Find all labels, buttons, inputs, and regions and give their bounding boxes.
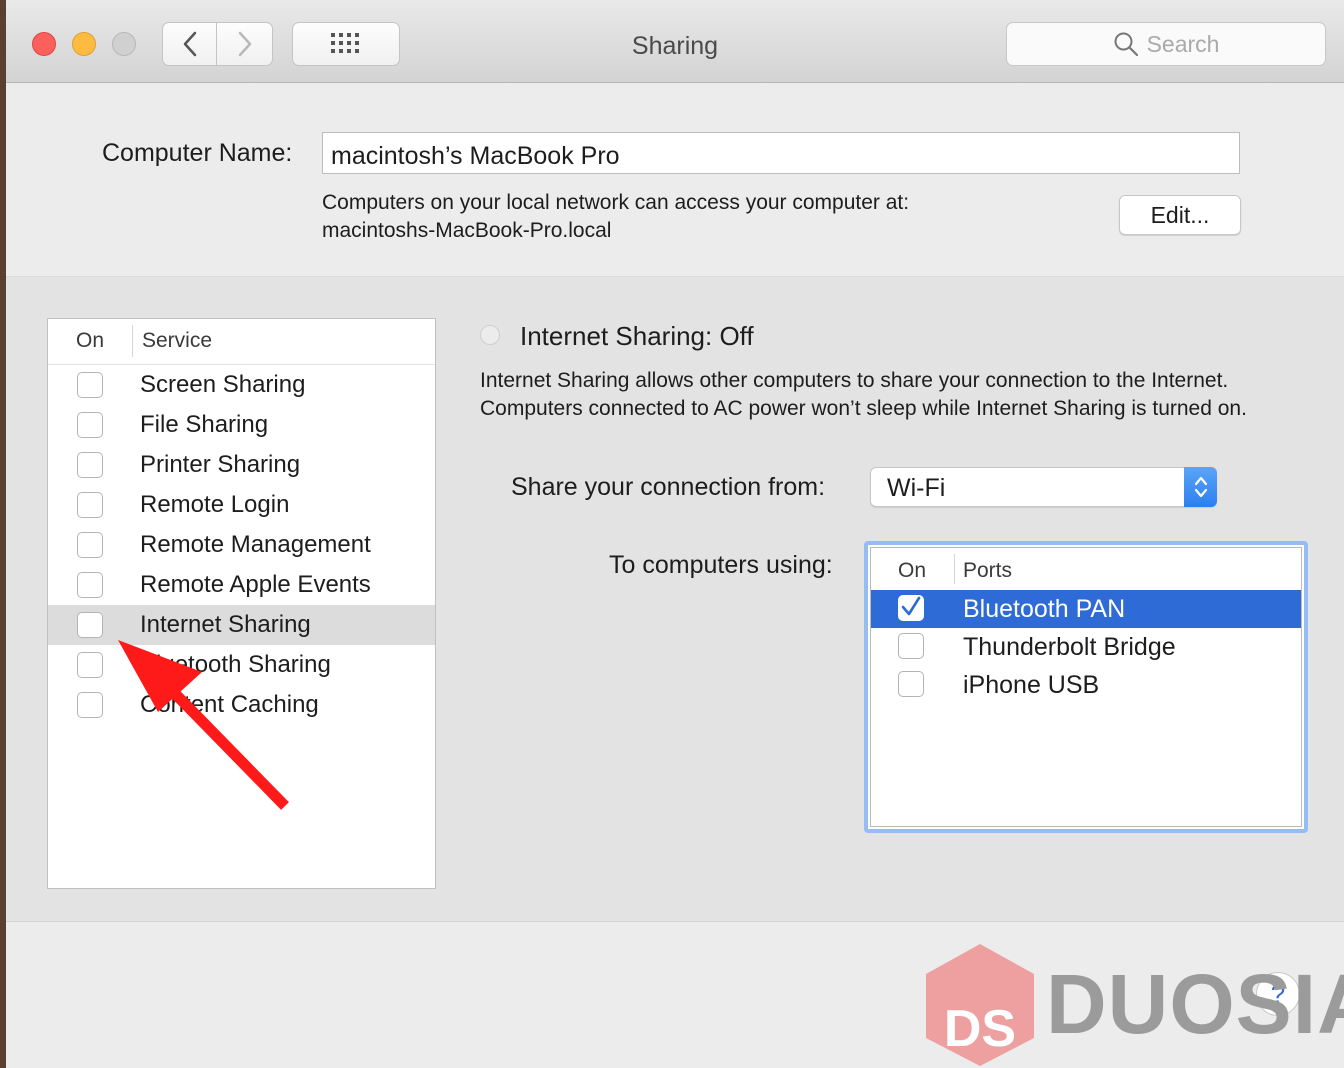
service-row-remote-management[interactable]: Remote Management xyxy=(48,525,435,565)
port-checkbox[interactable] xyxy=(898,595,924,621)
network-address-text: Computers on your local network can acce… xyxy=(322,189,909,245)
service-row-remote-login[interactable]: Remote Login xyxy=(48,485,435,525)
service-checkbox[interactable] xyxy=(77,372,103,398)
service-checkbox[interactable] xyxy=(77,692,103,718)
share-from-popup[interactable]: Wi-Fi xyxy=(870,467,1217,507)
port-label: Bluetooth PAN xyxy=(963,595,1126,623)
service-list[interactable]: On Service Screen Sharing File Sharing P… xyxy=(47,318,436,889)
column-header-on[interactable]: On xyxy=(898,559,926,583)
watermark: DS DUOSIA xyxy=(922,942,1344,1068)
service-row-printer-sharing[interactable]: Printer Sharing xyxy=(48,445,435,485)
edit-button[interactable]: Edit... xyxy=(1119,195,1241,235)
to-computers-label: To computers using: xyxy=(609,551,833,579)
service-label: Remote Apple Events xyxy=(140,571,371,598)
ports-list[interactable]: On Ports Bluetooth PAN Thunderbolt Bridg… xyxy=(864,541,1308,833)
service-checkbox[interactable] xyxy=(77,652,103,678)
search-field[interactable]: Search xyxy=(1006,22,1326,66)
service-checkbox[interactable] xyxy=(77,572,103,598)
service-label: File Sharing xyxy=(140,411,269,438)
service-label: Printer Sharing xyxy=(140,451,301,478)
svg-text:DS: DS xyxy=(944,1000,1016,1058)
service-row-internet-sharing[interactable]: Internet Sharing xyxy=(48,605,435,645)
service-checkbox[interactable] xyxy=(77,612,103,638)
column-header-on[interactable]: On xyxy=(76,329,104,353)
share-from-value: Wi-Fi xyxy=(887,474,946,502)
status-indicator xyxy=(480,325,500,345)
search-placeholder: Search xyxy=(1146,30,1220,57)
computer-name-label: Computer Name: xyxy=(102,139,293,167)
column-header-service[interactable]: Service xyxy=(142,329,212,353)
network-address-line2: macintoshs-MacBook-Pro.local xyxy=(322,219,612,242)
port-checkbox[interactable] xyxy=(898,633,924,659)
internet-sharing-description: Internet Sharing allows other computers … xyxy=(480,369,1247,420)
ports-list-header: On Ports xyxy=(871,548,1301,590)
search-icon xyxy=(1114,32,1138,57)
service-label: Content Caching xyxy=(140,691,319,718)
service-row-screen-sharing[interactable]: Screen Sharing xyxy=(48,365,435,405)
service-checkbox[interactable] xyxy=(77,452,103,478)
service-label: Internet Sharing xyxy=(140,611,311,638)
service-row-file-sharing[interactable]: File Sharing xyxy=(48,405,435,445)
title-bar: Sharing Search xyxy=(6,0,1344,83)
service-label: Bluetooth Sharing xyxy=(140,651,331,678)
share-from-label: Share your connection from: xyxy=(511,473,826,501)
internet-sharing-status: Internet Sharing: Off xyxy=(520,321,754,351)
computer-name-field[interactable]: macintosh’s MacBook Pro xyxy=(322,132,1240,174)
service-checkbox[interactable] xyxy=(77,412,103,438)
service-checkbox[interactable] xyxy=(77,532,103,558)
service-row-bluetooth-sharing[interactable]: Bluetooth Sharing xyxy=(48,645,435,685)
port-row-iphone-usb[interactable]: iPhone USB xyxy=(871,666,1301,704)
service-checkbox[interactable] xyxy=(77,492,103,518)
computer-name-section: Computer Name: macintosh’s MacBook Pro C… xyxy=(6,83,1344,277)
sharing-window: Sharing Search Computer Name: macintosh’… xyxy=(6,0,1344,1068)
port-row-thunderbolt-bridge[interactable]: Thunderbolt Bridge xyxy=(871,628,1301,666)
service-label: Screen Sharing xyxy=(140,371,306,398)
port-label: iPhone USB xyxy=(963,671,1100,699)
port-checkbox[interactable] xyxy=(898,671,924,697)
network-address-line1: Computers on your local network can acce… xyxy=(322,191,910,214)
port-row-bluetooth-pan[interactable]: Bluetooth PAN xyxy=(871,590,1301,628)
watermark-logo: DS xyxy=(926,944,1034,1066)
service-list-header: On Service xyxy=(48,319,435,365)
service-row-remote-apple-events[interactable]: Remote Apple Events xyxy=(48,565,435,605)
service-row-content-caching[interactable]: Content Caching xyxy=(48,685,435,725)
popup-arrows-icon xyxy=(1184,467,1217,507)
column-header-ports[interactable]: Ports xyxy=(963,559,1012,583)
service-label: Remote Login xyxy=(140,491,290,518)
sharing-section: On Service Screen Sharing File Sharing P… xyxy=(6,277,1344,922)
service-label: Remote Management xyxy=(140,531,371,558)
port-label: Thunderbolt Bridge xyxy=(963,633,1176,661)
checkmark-icon xyxy=(901,596,921,616)
watermark-text: DUOSIA xyxy=(1046,957,1344,1051)
